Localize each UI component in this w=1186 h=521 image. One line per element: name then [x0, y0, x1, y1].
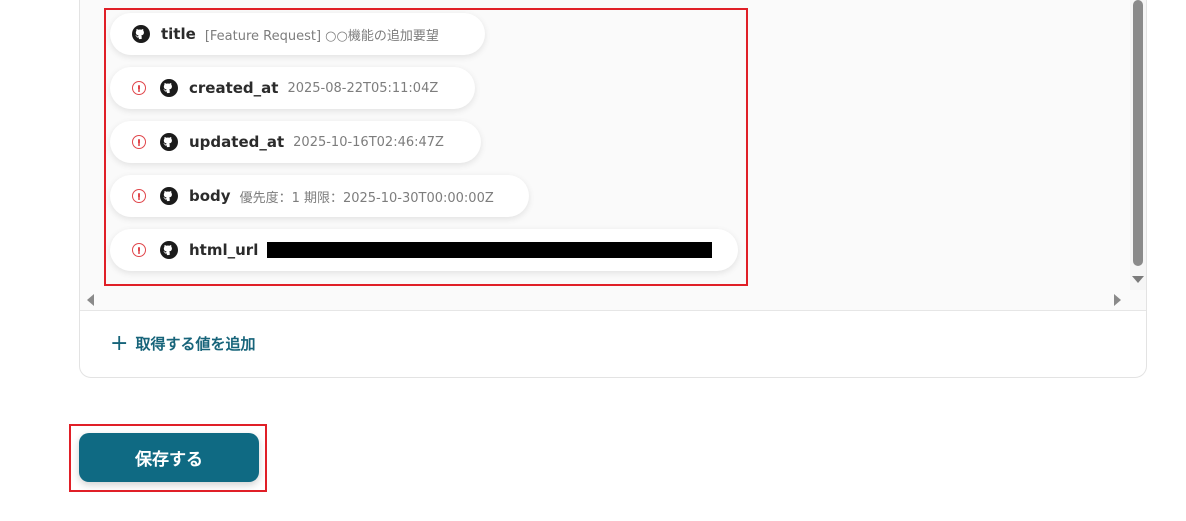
highlight-box-save: [69, 424, 267, 492]
add-value-link[interactable]: + 取得する値を追加: [110, 330, 256, 356]
add-value-label: 取得する値を追加: [135, 335, 256, 353]
scroll-down-arrow-icon[interactable]: [1132, 276, 1144, 283]
scroll-left-arrow-icon[interactable]: [87, 294, 94, 306]
highlight-box-fields: [104, 8, 748, 286]
vertical-scrollbar-thumb[interactable]: [1133, 0, 1143, 266]
divider: [80, 310, 1146, 311]
plus-icon: +: [110, 330, 129, 356]
scroll-right-arrow-icon[interactable]: [1114, 294, 1121, 306]
